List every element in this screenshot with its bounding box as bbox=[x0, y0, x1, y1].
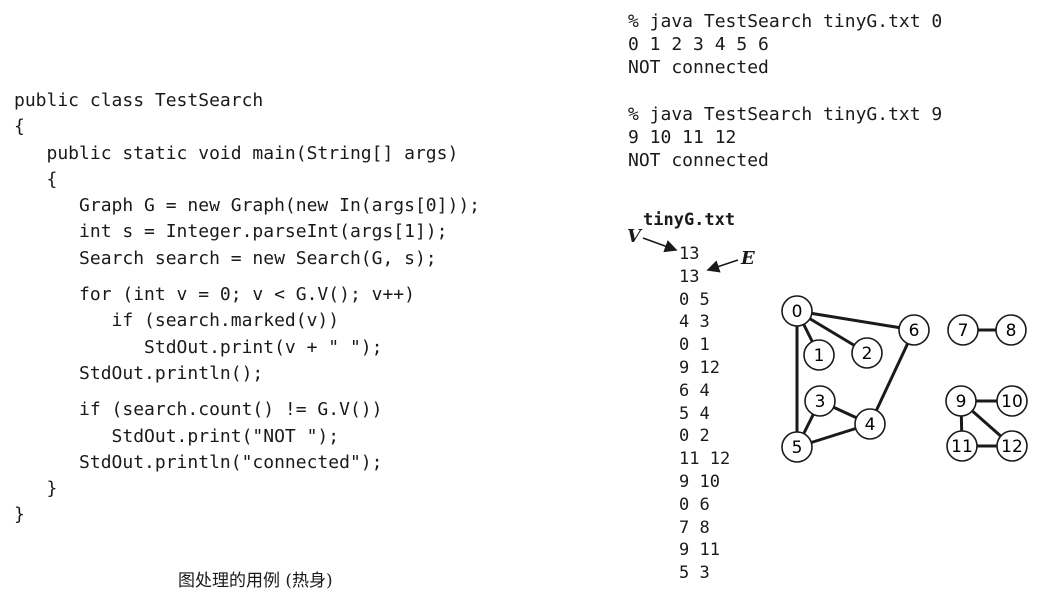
graph-drawing: 01 23456 7 89 1011 12 bbox=[781, 295, 1028, 463]
graph-node-8: 8 bbox=[995, 314, 1027, 346]
graph-node-label: 9 bbox=[956, 392, 967, 412]
graph-node-9: 9 bbox=[945, 385, 977, 417]
graph-node-12: 12 bbox=[996, 430, 1028, 462]
graph-node-label: 11 bbox=[951, 437, 973, 457]
graph-node-label: 1 bbox=[814, 346, 825, 366]
graph-node-label: 6 bbox=[909, 321, 920, 341]
graph-node-2: 2 bbox=[851, 337, 883, 369]
graph-node-label: 3 bbox=[815, 392, 826, 412]
graph-node-0: 0 bbox=[781, 295, 813, 327]
graph-node-label: 4 bbox=[865, 415, 876, 435]
graph-node-1: 1 bbox=[803, 339, 835, 371]
graph-node-label: 0 bbox=[792, 302, 803, 322]
graph-node-label: 12 bbox=[1001, 437, 1023, 457]
graph-node-label: 5 bbox=[792, 438, 803, 458]
graph-node-3: 3 bbox=[804, 385, 836, 417]
graph-node-4: 4 bbox=[854, 408, 886, 440]
graph-node-6: 6 bbox=[898, 314, 930, 346]
graph-node-5: 5 bbox=[781, 431, 813, 463]
graph-node-11: 11 bbox=[946, 430, 978, 462]
graph-node-10: 10 bbox=[996, 385, 1028, 417]
graph-node-7: 7 bbox=[947, 314, 979, 346]
graph-node-label: 2 bbox=[862, 344, 873, 364]
graph-node-label: 10 bbox=[1001, 392, 1023, 412]
graph-node-label: 8 bbox=[1006, 321, 1017, 341]
graph-node-label: 7 bbox=[958, 321, 969, 341]
